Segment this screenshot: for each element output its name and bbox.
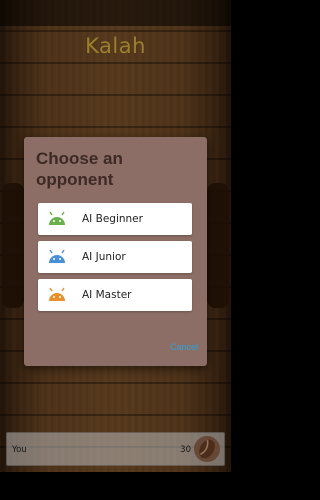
option-label: AI Junior xyxy=(82,251,126,263)
dialog-title: Choose an opponent xyxy=(36,149,123,189)
android-icon xyxy=(49,211,65,225)
cancel-button[interactable]: Cancel xyxy=(170,342,198,352)
option-label: AI Master xyxy=(82,289,132,301)
option-ai-junior[interactable]: AI Junior xyxy=(38,241,192,273)
option-label: AI Beginner xyxy=(82,213,143,225)
option-ai-master[interactable]: AI Master xyxy=(38,279,192,311)
android-icon xyxy=(49,287,65,301)
android-icon xyxy=(49,249,65,263)
choose-opponent-dialog: Choose an opponent AI Beginner AI Junior xyxy=(24,137,207,366)
option-ai-beginner[interactable]: AI Beginner xyxy=(38,203,192,235)
